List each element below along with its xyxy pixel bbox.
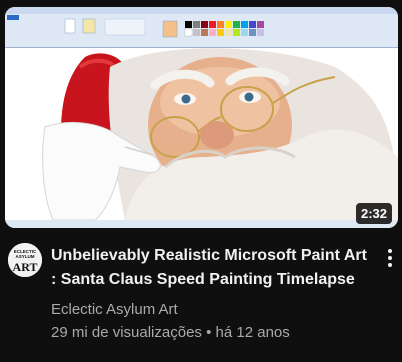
upload-age: há 12 anos	[215, 324, 290, 341]
channel-name[interactable]: Eclectic Asylum Art	[51, 301, 178, 318]
channel-avatar[interactable]: ECLECTIC ASYLUM ART	[8, 243, 42, 277]
duration-badge: 2:32	[355, 203, 392, 224]
thumbnail-image	[5, 7, 398, 228]
paint-color1-swatch	[162, 20, 178, 38]
more-options-icon[interactable]	[383, 246, 397, 270]
video-thumbnail[interactable]: 2:32	[5, 7, 398, 228]
avatar-brand-line-2: ASYLUM	[16, 254, 35, 259]
video-title[interactable]: Unbelievably Realistic Microsoft Paint A…	[51, 244, 373, 292]
paint-status-bar	[5, 220, 398, 228]
meta-separator: •	[206, 324, 212, 341]
video-metadata: 29 mi de visualizações • há 12 anos	[51, 324, 290, 341]
avatar-logo-text: ART	[13, 260, 38, 274]
view-count: 29 mi de visualizações	[51, 324, 202, 341]
eclectic-asylum-logo-icon: ECLECTIC ASYLUM ART	[8, 243, 42, 277]
paint-file-tab	[7, 15, 19, 20]
